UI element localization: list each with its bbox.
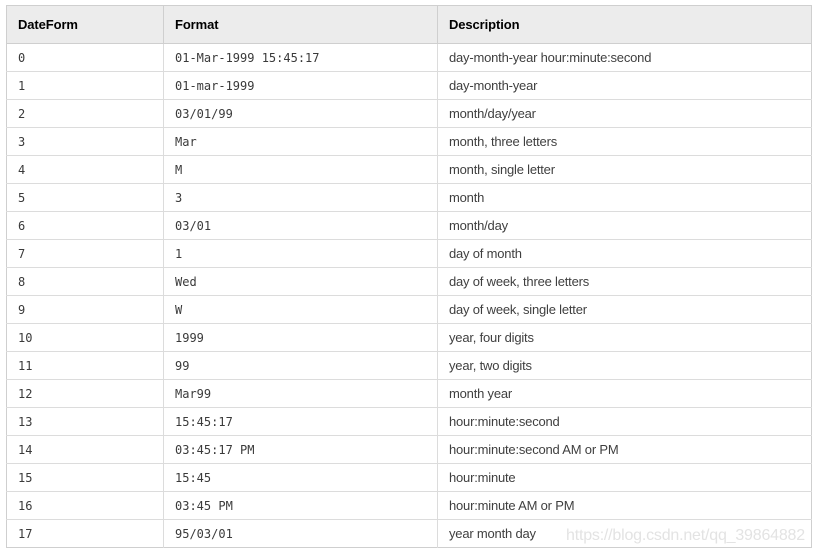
cell-dateform: 17 — [6, 519, 164, 548]
table-row: 11 99 year, two digits — [6, 351, 812, 380]
cell-format: 03:45 PM — [163, 491, 438, 520]
cell-description: year, two digits — [437, 351, 812, 380]
cell-description: day-month-year hour:minute:second — [437, 43, 812, 72]
cell-format: M — [163, 155, 438, 184]
table-row: 7 1 day of month — [6, 239, 812, 268]
cell-dateform: 1 — [6, 71, 164, 100]
cell-dateform: 11 — [6, 351, 164, 380]
table-row: 0 01-Mar-1999 15:45:17 day-month-year hour… — [6, 43, 812, 72]
column-header-dateform: DateForm — [6, 5, 164, 44]
cell-description: month year — [437, 379, 812, 408]
cell-format: 99 — [163, 351, 438, 380]
table-header-row: DateForm Format Description — [6, 5, 812, 44]
cell-description: month, single letter — [437, 155, 812, 184]
table-row: 4 Mmonth, single letter — [6, 155, 812, 184]
column-header-format: Format — [163, 5, 438, 44]
cell-format: 1999 — [163, 323, 438, 352]
cell-format: 95/03/01 — [163, 519, 438, 548]
table-row: 3 Mar month, three letters — [6, 127, 812, 156]
table-row: 8 Wed day of week, three letters — [6, 267, 812, 296]
cell-description: month/day/year — [437, 99, 812, 128]
table-row: 1 01-mar-1999 day-month-year — [6, 71, 812, 100]
cell-dateform: 9 — [6, 295, 164, 324]
cell-dateform: 8 — [6, 267, 164, 296]
cell-dateform: 7 — [6, 239, 164, 268]
table-row: 6 03/01 month/day — [6, 211, 812, 240]
cell-description: hour:minute:second AM or PM — [437, 435, 812, 464]
cell-description: month/day — [437, 211, 812, 240]
cell-format: Mar99 — [163, 379, 438, 408]
cell-format: 01-mar-1999 — [163, 71, 438, 100]
table-row: 12 Mar99 month year — [6, 379, 812, 408]
cell-format: 3 — [163, 183, 438, 212]
table-row: 17 95/03/01 year month day — [6, 519, 812, 548]
table-header: DateForm Format Description — [6, 5, 812, 44]
cell-description: hour:minute AM or PM — [437, 491, 812, 520]
cell-description: year month day — [437, 519, 812, 548]
cell-description: day of week, three letters — [437, 267, 812, 296]
cell-dateform: 16 — [6, 491, 164, 520]
table-row: 14 03:45:17 PM hour:minute:second AM or PM — [6, 435, 812, 464]
cell-dateform: 5 — [6, 183, 164, 212]
cell-description: day-month-year — [437, 71, 812, 100]
cell-dateform: 4 — [6, 155, 164, 184]
cell-format: Wed — [163, 267, 438, 296]
cell-dateform: 3 — [6, 127, 164, 156]
cell-dateform: 10 — [6, 323, 164, 352]
dateform-format-table: DateForm Format Description 0 01-Mar-1999… — [6, 5, 812, 548]
table-row: 5 3 month — [6, 183, 812, 212]
table-row: 2 03/01/99 month/day/year — [6, 99, 812, 128]
cell-description: hour:minute:second — [437, 407, 812, 436]
cell-format: Mar — [163, 127, 438, 156]
table-body: 0 01-Mar-1999 15:45:17 day-month-year hour… — [6, 43, 812, 548]
cell-dateform: 13 — [6, 407, 164, 436]
cell-format: 1 — [163, 239, 438, 268]
cell-dateform: 15 — [6, 463, 164, 492]
column-header-description: Description — [437, 5, 812, 44]
cell-format: 15:45 — [163, 463, 438, 492]
cell-description: day of week, single letter — [437, 295, 812, 324]
cell-dateform: 0 — [6, 43, 164, 72]
cell-description: hour:minute — [437, 463, 812, 492]
cell-format: 03/01 — [163, 211, 438, 240]
cell-dateform: 14 — [6, 435, 164, 464]
table-row: 13 15:45:17 hour:minute:second — [6, 407, 812, 436]
cell-description: year, four digits — [437, 323, 812, 352]
cell-format: 03:45:17 PM — [163, 435, 438, 464]
cell-dateform: 12 — [6, 379, 164, 408]
table-row: 10 1999 year, four digits — [6, 323, 812, 352]
table-row: 9 Wday of week, single letter — [6, 295, 812, 324]
cell-format: 03/01/99 — [163, 99, 438, 128]
cell-description: month, three letters — [437, 127, 812, 156]
cell-description: day of month — [437, 239, 812, 268]
cell-dateform: 2 — [6, 99, 164, 128]
dateform-table-container: DateForm Format Description 0 01-Mar-1999… — [6, 5, 812, 548]
cell-dateform: 6 — [6, 211, 164, 240]
cell-format: 01-Mar-1999 15:45:17 — [163, 43, 438, 72]
cell-format: W — [163, 295, 438, 324]
cell-format: 15:45:17 — [163, 407, 438, 436]
table-row: 15 15:45 hour:minute — [6, 463, 812, 492]
cell-description: month — [437, 183, 812, 212]
table-row: 16 03:45 PM hour:minute AM or PM — [6, 491, 812, 520]
